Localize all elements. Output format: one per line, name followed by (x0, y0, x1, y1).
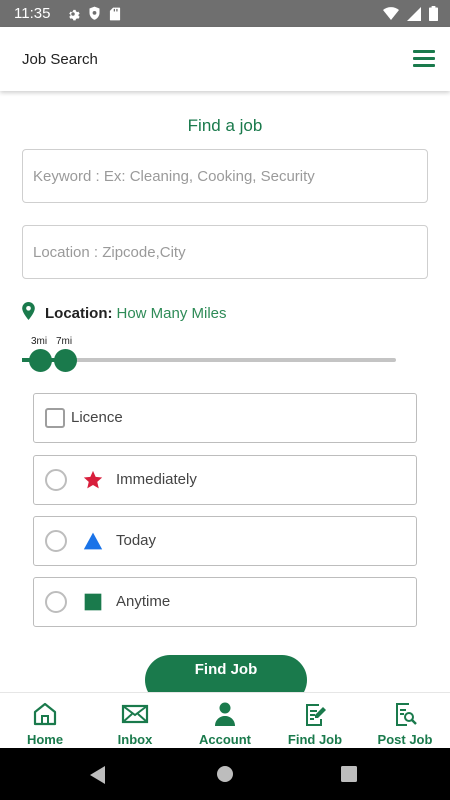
recents-icon[interactable] (341, 766, 357, 787)
battery-icon (429, 6, 438, 26)
status-icons-right (383, 6, 438, 26)
status-bar: 11:35 (0, 0, 450, 27)
option-label-today: Today (116, 532, 157, 549)
user-icon (211, 701, 239, 727)
map-pin-icon (22, 301, 35, 325)
licence-checkbox[interactable] (45, 408, 65, 428)
slider-min-label: 3mi (31, 336, 48, 347)
nav-label-find-job: Find Job (287, 732, 343, 747)
mail-icon (121, 701, 149, 727)
wifi-icon (383, 6, 399, 26)
home-icon (31, 701, 59, 727)
location-label: Location: (45, 304, 113, 322)
nav-label-account: Account (199, 732, 251, 747)
slider-max-label: 7mi (56, 336, 73, 347)
system-nav-bar (0, 748, 450, 800)
keyword-input[interactable] (33, 150, 423, 202)
option-label-immediately: Immediately (116, 471, 197, 488)
location-input[interactable] (33, 226, 423, 278)
miles-slider-track[interactable] (22, 358, 396, 362)
back-icon[interactable] (90, 766, 106, 789)
nav-item-inbox[interactable]: Inbox (90, 693, 180, 748)
radio-anytime[interactable] (45, 591, 67, 613)
location-miles-row: Location: How Many Miles (22, 301, 227, 325)
location-field[interactable] (22, 225, 428, 279)
search-document-icon (391, 701, 419, 727)
nav-item-account[interactable]: Account (180, 693, 270, 748)
radio-today[interactable] (45, 530, 67, 552)
option-anytime[interactable]: Anytime (33, 577, 417, 627)
licence-checkbox-option[interactable]: Licence (33, 393, 417, 443)
triangle-icon (83, 531, 103, 551)
radio-immediately[interactable] (45, 469, 67, 491)
slider-min-thumb[interactable] (28, 349, 52, 372)
nav-label-home: Home (26, 732, 64, 747)
nav-item-post-job[interactable]: Post Job (360, 693, 450, 748)
gear-icon (66, 7, 80, 26)
square-icon (83, 592, 103, 612)
page-title: Find a job (187, 116, 263, 135)
option-today[interactable]: Today (33, 516, 417, 566)
status-icons-left (66, 6, 121, 26)
how-many-miles-link[interactable]: How Many Miles (117, 305, 227, 322)
status-time: 11:35 (14, 5, 51, 22)
slider-max-thumb[interactable] (53, 349, 77, 372)
shield-icon (88, 6, 101, 26)
star-icon (83, 470, 103, 490)
option-label-anytime: Anytime (116, 593, 171, 610)
keyword-field[interactable] (22, 149, 428, 203)
signal-icon (407, 6, 421, 26)
nav-label-inbox: Inbox (117, 732, 153, 747)
hamburger-menu-icon[interactable] (413, 49, 437, 67)
nav-item-home[interactable]: Home (0, 693, 90, 748)
bottom-nav: Home Inbox Account Find Job Post Job (0, 692, 450, 748)
nav-label-post-job: Post Job (377, 732, 433, 747)
option-immediately[interactable]: Immediately (33, 455, 417, 505)
sd-card-icon (109, 7, 121, 26)
licence-label: Licence (71, 409, 123, 426)
home-circle-icon[interactable] (217, 766, 233, 787)
nav-item-find-job[interactable]: Find Job (270, 693, 360, 748)
app-bar: Job Search (0, 27, 450, 91)
app-title: Job Search (22, 51, 98, 68)
edit-document-icon (301, 701, 329, 727)
